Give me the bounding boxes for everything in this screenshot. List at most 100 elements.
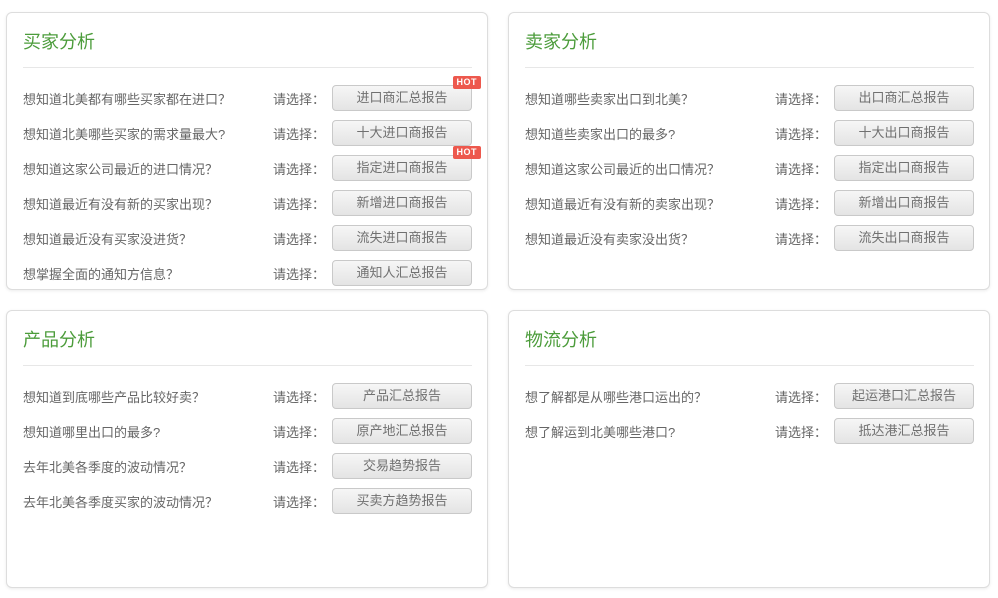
question-text: 想知道最近没有买家没进货？: [23, 229, 273, 248]
report-row: 想知道这家公司最近的进口情况？ 请选择： 指定进口商报告 HOT: [19, 151, 476, 186]
report-row: 想知道哪里出口的最多? 请选择： 原产地汇总报告: [19, 414, 476, 449]
report-button[interactable]: 进口商汇总报告: [332, 85, 472, 111]
report-button[interactable]: 新增出口商报告: [834, 190, 974, 216]
select-label: 请选择：: [273, 492, 325, 511]
button-wrap: 通知人汇总报告: [332, 260, 472, 286]
button-wrap: 指定进口商报告 HOT: [332, 155, 472, 181]
select-label: 请选择：: [775, 229, 827, 248]
panel-title: 产品分析: [23, 330, 472, 352]
select-label: 请选择：: [775, 422, 827, 441]
select-label: 请选择：: [273, 89, 325, 108]
report-button[interactable]: 流失出口商报告: [834, 225, 974, 251]
report-button[interactable]: 指定出口商报告: [834, 155, 974, 181]
panel-title: 物流分析: [525, 330, 974, 352]
report-rows: 想知道哪些卖家出口到北美？ 请选择： 出口商汇总报告 想知道些卖家出口的最多? …: [521, 81, 978, 256]
report-button[interactable]: 十大进口商报告: [332, 120, 472, 146]
title-divider: [525, 67, 974, 68]
select-label: 请选择：: [273, 159, 325, 178]
panel-title: 买家分析: [23, 32, 472, 54]
panel-buyer-analysis: 买家分析 想知道北美都有哪些买家都在进口？ 请选择： 进口商汇总报告 HOT 想…: [6, 12, 488, 290]
hot-badge: HOT: [453, 146, 482, 159]
question-text: 想知道些卖家出口的最多?: [525, 124, 775, 143]
report-row: 想知道些卖家出口的最多? 请选择： 十大出口商报告: [521, 116, 978, 151]
report-button[interactable]: 起运港口汇总报告: [834, 383, 974, 409]
hot-badge: HOT: [453, 76, 482, 89]
report-button[interactable]: 新增进口商报告: [332, 190, 472, 216]
report-button[interactable]: 原产地汇总报告: [332, 418, 472, 444]
button-wrap: 进口商汇总报告 HOT: [332, 85, 472, 111]
report-button[interactable]: 十大出口商报告: [834, 120, 974, 146]
report-rows: 想知道到底哪些产品比较好卖？ 请选择： 产品汇总报告 想知道哪里出口的最多? 请…: [19, 379, 476, 519]
report-row: 想知道最近没有卖家没出货？ 请选择： 流失出口商报告: [521, 221, 978, 256]
button-wrap: 新增出口商报告: [834, 190, 974, 216]
report-row: 想知道哪些卖家出口到北美？ 请选择： 出口商汇总报告: [521, 81, 978, 116]
report-button[interactable]: 抵达港汇总报告: [834, 418, 974, 444]
report-row: 去年北美各季度的波动情况？ 请选择： 交易趋势报告: [19, 449, 476, 484]
report-button[interactable]: 买卖方趋势报告: [332, 488, 472, 514]
button-wrap: 交易趋势报告: [332, 453, 472, 479]
report-row: 想知道最近没有买家没进货？ 请选择： 流失进口商报告: [19, 221, 476, 256]
button-wrap: 流失出口商报告: [834, 225, 974, 251]
button-wrap: 新增进口商报告: [332, 190, 472, 216]
question-text: 想知道最近没有卖家没出货？: [525, 229, 775, 248]
panel-logistics-analysis: 物流分析 想了解都是从哪些港口运出的？ 请选择： 起运港口汇总报告 想了解运到北…: [508, 310, 990, 588]
select-label: 请选择：: [775, 387, 827, 406]
title-divider: [23, 67, 472, 68]
question-text: 想了解都是从哪些港口运出的？: [525, 387, 775, 406]
select-label: 请选择：: [775, 89, 827, 108]
select-label: 请选择：: [775, 194, 827, 213]
select-label: 请选择：: [775, 159, 827, 178]
title-divider: [23, 365, 472, 366]
question-text: 想知道到底哪些产品比较好卖？: [23, 387, 273, 406]
question-text: 想知道最近有没有新的卖家出现？: [525, 194, 775, 213]
question-text: 想知道哪些卖家出口到北美？: [525, 89, 775, 108]
dashboard-grid: 买家分析 想知道北美都有哪些买家都在进口？ 请选择： 进口商汇总报告 HOT 想…: [0, 0, 998, 598]
report-row: 想知道最近有没有新的买家出现？ 请选择： 新增进口商报告: [19, 186, 476, 221]
report-row: 去年北美各季度买家的波动情况？ 请选择： 买卖方趋势报告: [19, 484, 476, 519]
button-wrap: 十大进口商报告: [332, 120, 472, 146]
report-row: 想知道最近有没有新的卖家出现？ 请选择： 新增出口商报告: [521, 186, 978, 221]
select-label: 请选择：: [775, 124, 827, 143]
question-text: 想了解运到北美哪些港口?: [525, 422, 775, 441]
button-wrap: 出口商汇总报告: [834, 85, 974, 111]
question-text: 想知道这家公司最近的出口情况？: [525, 159, 775, 178]
button-wrap: 指定出口商报告: [834, 155, 974, 181]
report-button[interactable]: 出口商汇总报告: [834, 85, 974, 111]
report-row: 想知道这家公司最近的出口情况？ 请选择： 指定出口商报告: [521, 151, 978, 186]
question-text: 想掌握全面的通知方信息？: [23, 264, 273, 283]
button-wrap: 产品汇总报告: [332, 383, 472, 409]
select-label: 请选择：: [273, 264, 325, 283]
report-rows: 想了解都是从哪些港口运出的？ 请选择： 起运港口汇总报告 想了解运到北美哪些港口…: [521, 379, 978, 449]
report-row: 想知道北美都有哪些买家都在进口？ 请选择： 进口商汇总报告 HOT: [19, 81, 476, 116]
question-text: 想知道哪里出口的最多?: [23, 422, 273, 441]
button-wrap: 买卖方趋势报告: [332, 488, 472, 514]
select-label: 请选择：: [273, 124, 325, 143]
panel-title: 卖家分析: [525, 32, 974, 54]
button-wrap: 起运港口汇总报告: [834, 383, 974, 409]
select-label: 请选择：: [273, 457, 325, 476]
button-wrap: 十大出口商报告: [834, 120, 974, 146]
question-text: 想知道最近有没有新的买家出现？: [23, 194, 273, 213]
panel-seller-analysis: 卖家分析 想知道哪些卖家出口到北美？ 请选择： 出口商汇总报告 想知道些卖家出口…: [508, 12, 990, 290]
report-row: 想掌握全面的通知方信息？ 请选择： 通知人汇总报告: [19, 256, 476, 290]
select-label: 请选择：: [273, 229, 325, 248]
question-text: 想知道北美都有哪些买家都在进口？: [23, 89, 273, 108]
button-wrap: 抵达港汇总报告: [834, 418, 974, 444]
report-button[interactable]: 产品汇总报告: [332, 383, 472, 409]
report-row: 想了解运到北美哪些港口? 请选择： 抵达港汇总报告: [521, 414, 978, 449]
select-label: 请选择：: [273, 387, 325, 406]
report-row: 想知道北美哪些买家的需求量最大? 请选择： 十大进口商报告: [19, 116, 476, 151]
question-text: 想知道北美哪些买家的需求量最大?: [23, 124, 273, 143]
report-rows: 想知道北美都有哪些买家都在进口？ 请选择： 进口商汇总报告 HOT 想知道北美哪…: [19, 81, 476, 290]
report-button[interactable]: 流失进口商报告: [332, 225, 472, 251]
report-button[interactable]: 交易趋势报告: [332, 453, 472, 479]
button-wrap: 原产地汇总报告: [332, 418, 472, 444]
report-row: 想知道到底哪些产品比较好卖？ 请选择： 产品汇总报告: [19, 379, 476, 414]
button-wrap: 流失进口商报告: [332, 225, 472, 251]
report-row: 想了解都是从哪些港口运出的？ 请选择： 起运港口汇总报告: [521, 379, 978, 414]
select-label: 请选择：: [273, 422, 325, 441]
report-button[interactable]: 指定进口商报告: [332, 155, 472, 181]
report-button[interactable]: 通知人汇总报告: [332, 260, 472, 286]
select-label: 请选择：: [273, 194, 325, 213]
question-text: 去年北美各季度的波动情况？: [23, 457, 273, 476]
